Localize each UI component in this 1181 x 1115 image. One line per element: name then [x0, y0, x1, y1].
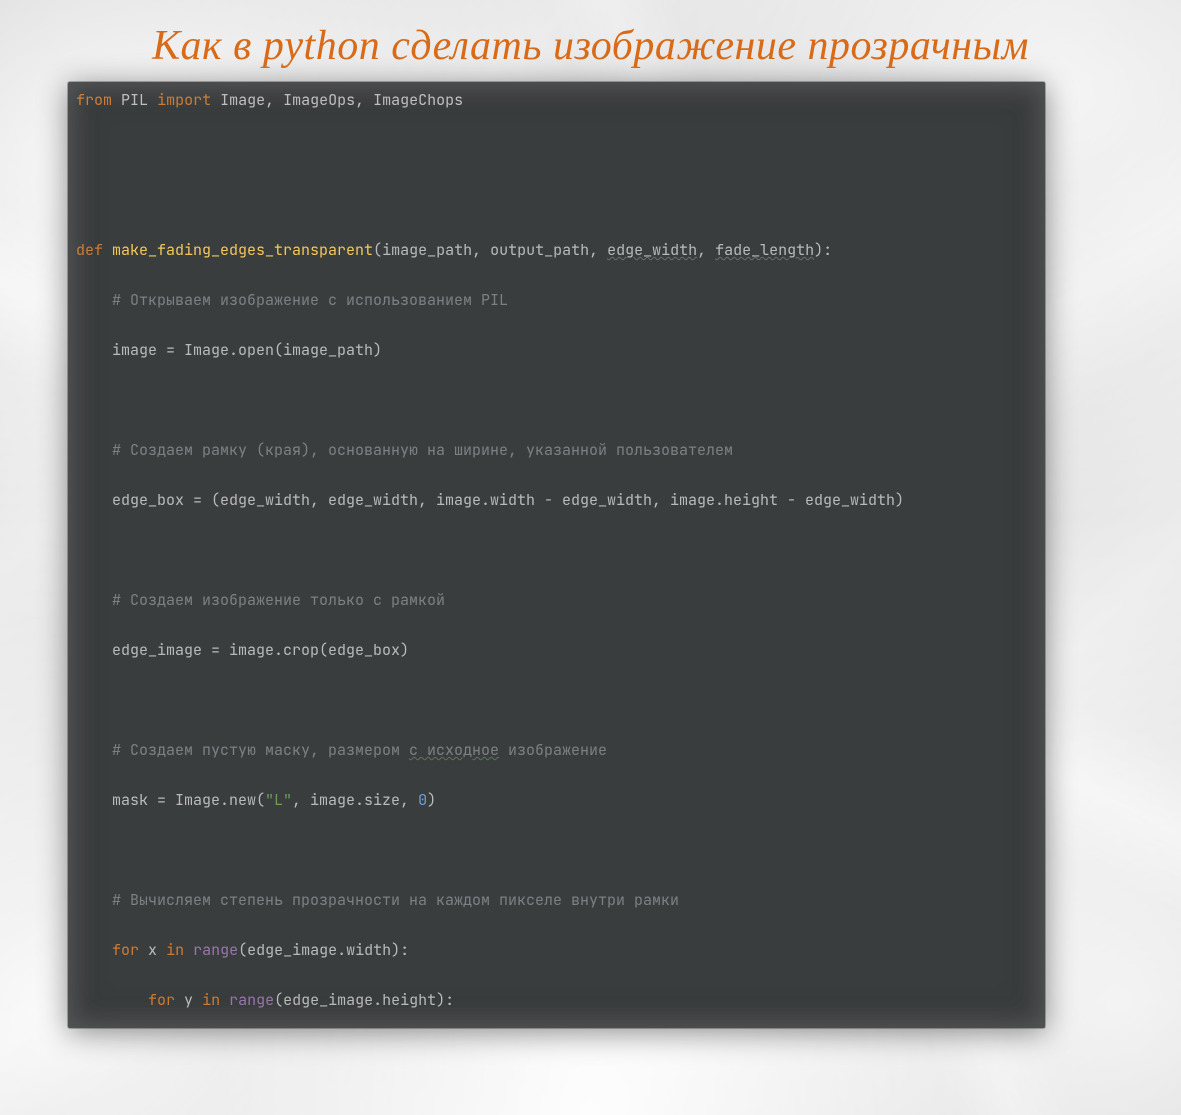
code-line: for x in range(edge_image.width): [76, 938, 1037, 963]
code-line: def make_fading_edges_transparent(image_… [76, 238, 1037, 263]
param: output_path [490, 240, 589, 260]
code-line: # Открываем изображение с использованием… [76, 288, 1037, 313]
import-list: Image, ImageOps, ImageChops [220, 90, 463, 110]
comment: изображение [499, 740, 607, 760]
comment: # Открываем изображение с использованием… [112, 290, 508, 310]
keyword-for: for [112, 940, 139, 960]
comment: # Создаем рамку (края), основанную на ши… [112, 440, 733, 460]
param: edge_width [607, 240, 697, 260]
code-line: # Создаем рамку (края), основанную на ши… [76, 438, 1037, 463]
code-line: image = Image.open(image_path) [76, 338, 1037, 363]
keyword-from: from [76, 90, 112, 110]
code-line: # Вычисляем степень прозрачности на кажд… [76, 888, 1037, 913]
builtin-range: range [229, 990, 274, 1010]
statement: edge_image = image.crop(edge_box) [112, 640, 409, 660]
function-name: make_fading_edges_transparent [112, 240, 373, 260]
code-line [76, 388, 1037, 413]
keyword-in: in [202, 990, 220, 1010]
string: "L" [265, 790, 292, 810]
code-panel: from PIL import Image, ImageOps, ImageCh… [68, 82, 1045, 1028]
param: image_path [382, 240, 472, 260]
param: fade_length [715, 240, 814, 260]
code-line: from PIL import Image, ImageOps, ImageCh… [76, 88, 1037, 113]
keyword-in: in [166, 940, 184, 960]
module-name: PIL [121, 90, 148, 110]
comment: # Создаем изображение только с рамкой [112, 590, 445, 610]
comment: # Вычисляем степень прозрачности на кажд… [112, 890, 679, 910]
code-block: from PIL import Image, ImageOps, ImageCh… [68, 82, 1045, 1028]
comment: # Создаем пустую маску, размером [112, 740, 409, 760]
code-line: # Создаем изображение только с рамкой [76, 588, 1037, 613]
code-line [76, 838, 1037, 863]
page-title: Как в python сделать изображение прозрач… [0, 22, 1181, 70]
statement: image = Image.open(image_path) [112, 340, 382, 360]
code-line: edge_box = (edge_width, edge_width, imag… [76, 488, 1037, 513]
statement: mask = Image.new( [112, 790, 265, 810]
code-line: # Создаем пустую маску, размером с исход… [76, 738, 1037, 763]
code-line: for y in range(edge_image.height): [76, 988, 1037, 1013]
statement: edge_box = (edge_width, edge_width, imag… [112, 490, 904, 510]
code-line [76, 538, 1037, 563]
code-line: mask = Image.new("L", image.size, 0) [76, 788, 1037, 813]
keyword-def: def [76, 240, 103, 260]
code-line [76, 188, 1037, 213]
code-line: edge_image = image.crop(edge_box) [76, 638, 1037, 663]
builtin-range: range [193, 940, 238, 960]
keyword-for: for [148, 990, 175, 1010]
number: 0 [418, 790, 427, 810]
code-line [76, 688, 1037, 713]
comment: с исходное [409, 740, 499, 760]
keyword-import: import [157, 90, 211, 110]
code-line [76, 138, 1037, 163]
